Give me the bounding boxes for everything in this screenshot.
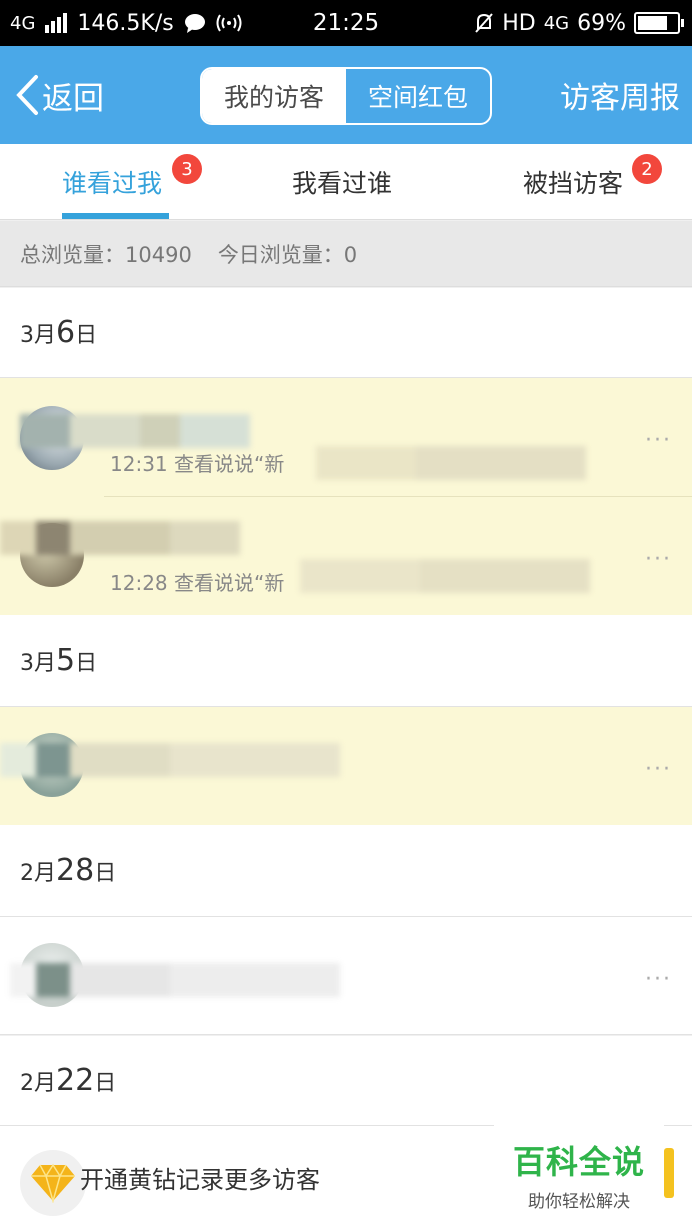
nav-header: 返回 我的访客 空间红包 访客周报 xyxy=(0,46,692,144)
segment-control: 我的访客 空间红包 xyxy=(200,67,492,125)
blurred-name xyxy=(0,521,240,559)
blurred-content xyxy=(316,446,586,484)
view-stats: 总浏览量：10490 今日浏览量：0 xyxy=(0,221,692,287)
segment-my-visitors[interactable]: 我的访客 xyxy=(202,69,346,123)
tab-label: 被挡访客 xyxy=(523,169,624,198)
total-views: 总浏览量：10490 xyxy=(20,242,192,267)
back-button[interactable]: 返回 xyxy=(14,46,104,144)
tab-who-viewed-me[interactable]: 谁看过我 xyxy=(62,144,162,220)
tab-blocked-visitors[interactable]: 被挡访客 xyxy=(523,144,623,220)
visit-text: 12:31 查看说说“新 xyxy=(110,452,285,476)
blurred-name xyxy=(0,743,340,781)
back-label: 返回 xyxy=(42,80,104,117)
blurred-name xyxy=(20,414,250,452)
visit-text: 12:28 查看说说“新 xyxy=(110,571,285,595)
promo-avatar xyxy=(20,1150,86,1216)
list-item[interactable]: ··· xyxy=(0,707,692,825)
more-icon[interactable]: ··· xyxy=(645,967,672,992)
weekly-report-button[interactable]: 访客周报 xyxy=(560,46,680,144)
hd-indicator: HD xyxy=(502,10,536,36)
tab-bar: 谁看过我 3 我看过谁 被挡访客 2 xyxy=(0,144,692,220)
promo-button-edge[interactable] xyxy=(664,1148,674,1198)
mute-bell-icon xyxy=(475,13,493,33)
chevron-left-icon xyxy=(16,75,38,115)
clock: 21:25 xyxy=(312,10,380,36)
tab-badge: 2 xyxy=(632,154,662,184)
today-views: 今日浏览量：0 xyxy=(217,242,358,267)
list-item[interactable]: 12:31 查看说说“新 ··· xyxy=(0,378,692,497)
date-header: 2月 22 日 xyxy=(0,1036,692,1126)
more-icon[interactable]: ··· xyxy=(645,757,672,782)
blurred-name xyxy=(10,963,340,1001)
watermark-title: 百科全说 xyxy=(512,1142,645,1181)
tab-indicator xyxy=(62,213,169,219)
blurred-content xyxy=(300,559,590,597)
diamond-icon xyxy=(31,1163,75,1203)
network-type-2: 4G xyxy=(543,12,570,34)
promo-text[interactable]: 开通黄钻记录更多访客 xyxy=(80,1160,320,1195)
tab-who-i-viewed[interactable]: 我看过谁 xyxy=(292,144,392,220)
more-icon[interactable]: ··· xyxy=(645,428,672,453)
more-icon[interactable]: ··· xyxy=(645,547,672,572)
battery-icon xyxy=(634,12,684,34)
battery-percent: 69% xyxy=(577,10,626,36)
tab-label: 谁看过我 xyxy=(62,169,163,198)
date-header: 3月 5 日 xyxy=(0,615,692,707)
watermark: 百科全说 助你轻松解决 xyxy=(494,1125,664,1223)
segment-red-packet[interactable]: 空间红包 xyxy=(346,69,490,123)
tab-badge: 3 xyxy=(172,154,202,184)
status-bar: 4G 146.5K/s 21:25 HD 4G 69% xyxy=(0,0,692,46)
list-item[interactable]: ··· xyxy=(0,917,692,1035)
date-header: 2月 28 日 xyxy=(0,825,692,917)
watermark-subtitle: 助你轻松解决 xyxy=(528,1191,630,1212)
date-header: 3月 6 日 xyxy=(0,288,692,378)
tab-label: 我看过谁 xyxy=(292,169,393,198)
list-item[interactable]: 12:28 查看说说“新 ··· xyxy=(0,497,692,615)
